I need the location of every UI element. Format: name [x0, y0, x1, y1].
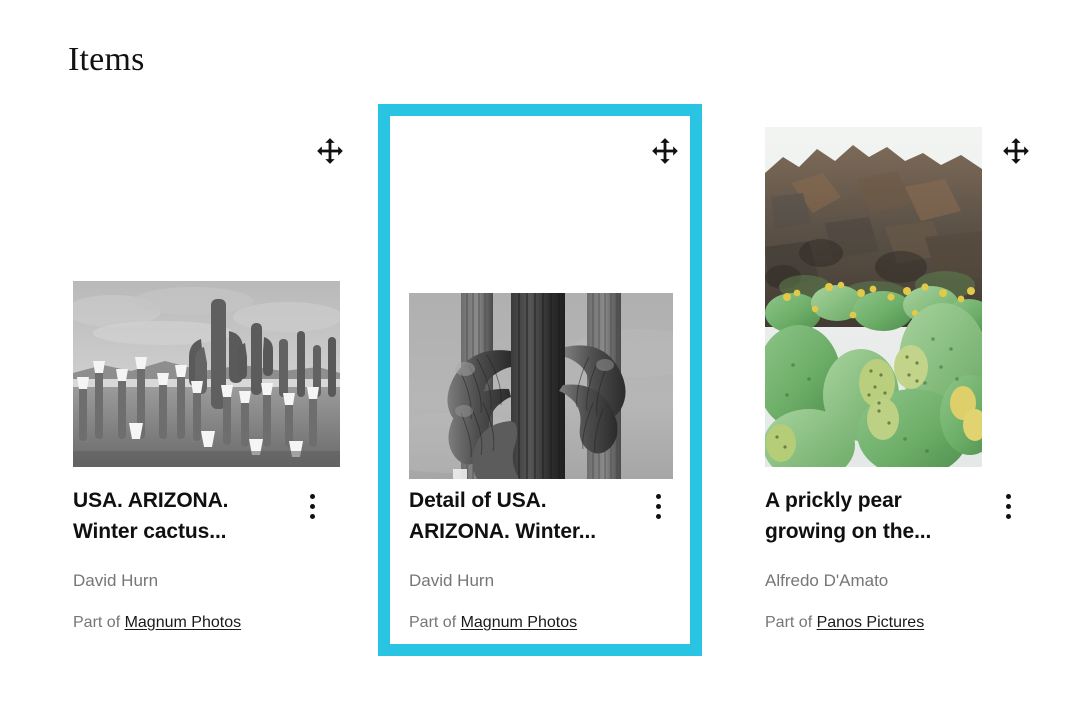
kebab-dot [655, 514, 661, 519]
item-creator: David Hurn [409, 571, 495, 590]
item-source: Part of Panos Pictures [765, 612, 1027, 634]
more-options-icon[interactable] [299, 485, 325, 529]
item-thumbnail-wrap [718, 104, 1042, 467]
item-title: A prickly pear growing on the... [765, 489, 932, 543]
item-source: Part of Magnum Photos [73, 612, 343, 634]
item-card-inner: USA. ARIZONA. Winter cactus... David Hur… [46, 104, 370, 656]
kebab-dot [309, 504, 315, 509]
item-card-inner: Detail of USA. ARIZONA. Winter... David … [390, 116, 690, 644]
item-thumbnail[interactable] [409, 293, 673, 479]
kebab-dot [309, 514, 315, 519]
item-title: USA. ARIZONA. Winter cactus... [73, 489, 229, 543]
item-card-selected[interactable]: Detail of USA. ARIZONA. Winter... David … [378, 104, 702, 656]
item-meta-head: A prickly pear growing on the... [765, 485, 1027, 547]
kebab-dot [1005, 494, 1011, 499]
item-source: Part of Magnum Photos [409, 612, 681, 634]
item-source-prefix: Part of [765, 614, 817, 631]
item-meta: A prickly pear growing on the... Alfredo… [765, 485, 1027, 634]
item-thumbnail[interactable] [73, 281, 340, 467]
item-source-link[interactable]: Panos Pictures [817, 614, 925, 631]
item-meta: USA. ARIZONA. Winter cactus... David Hur… [73, 485, 343, 634]
item-creator: David Hurn [73, 571, 159, 590]
item-source-prefix: Part of [73, 614, 125, 631]
item-meta-head: USA. ARIZONA. Winter cactus... [73, 485, 343, 547]
item-source-prefix: Part of [409, 614, 461, 631]
item-card-inner: A prickly pear growing on the... Alfredo… [718, 104, 1042, 656]
item-creator: Alfredo D'Amato [765, 571, 889, 590]
more-options-icon[interactable] [645, 485, 671, 529]
item-card[interactable]: USA. ARIZONA. Winter cactus... David Hur… [46, 104, 370, 656]
kebab-dot [655, 504, 661, 509]
kebab-dot [655, 494, 661, 499]
kebab-dot [309, 494, 315, 499]
item-thumbnail[interactable] [765, 127, 982, 467]
item-meta: Detail of USA. ARIZONA. Winter... David … [409, 485, 681, 634]
item-card[interactable]: A prickly pear growing on the... Alfredo… [718, 104, 1042, 656]
more-options-icon[interactable] [995, 485, 1021, 529]
item-source-link[interactable]: Magnum Photos [461, 614, 578, 631]
item-title: Detail of USA. ARIZONA. Winter... [409, 489, 597, 543]
item-meta-head: Detail of USA. ARIZONA. Winter... [409, 485, 681, 547]
item-thumbnail-wrap [46, 104, 370, 467]
kebab-dot [1005, 514, 1011, 519]
items-grid: USA. ARIZONA. Winter cactus... David Hur… [0, 104, 1068, 664]
kebab-dot [1005, 504, 1011, 509]
page-title: Items [68, 41, 145, 78]
item-thumbnail-wrap [390, 116, 690, 479]
item-source-link[interactable]: Magnum Photos [125, 614, 242, 631]
